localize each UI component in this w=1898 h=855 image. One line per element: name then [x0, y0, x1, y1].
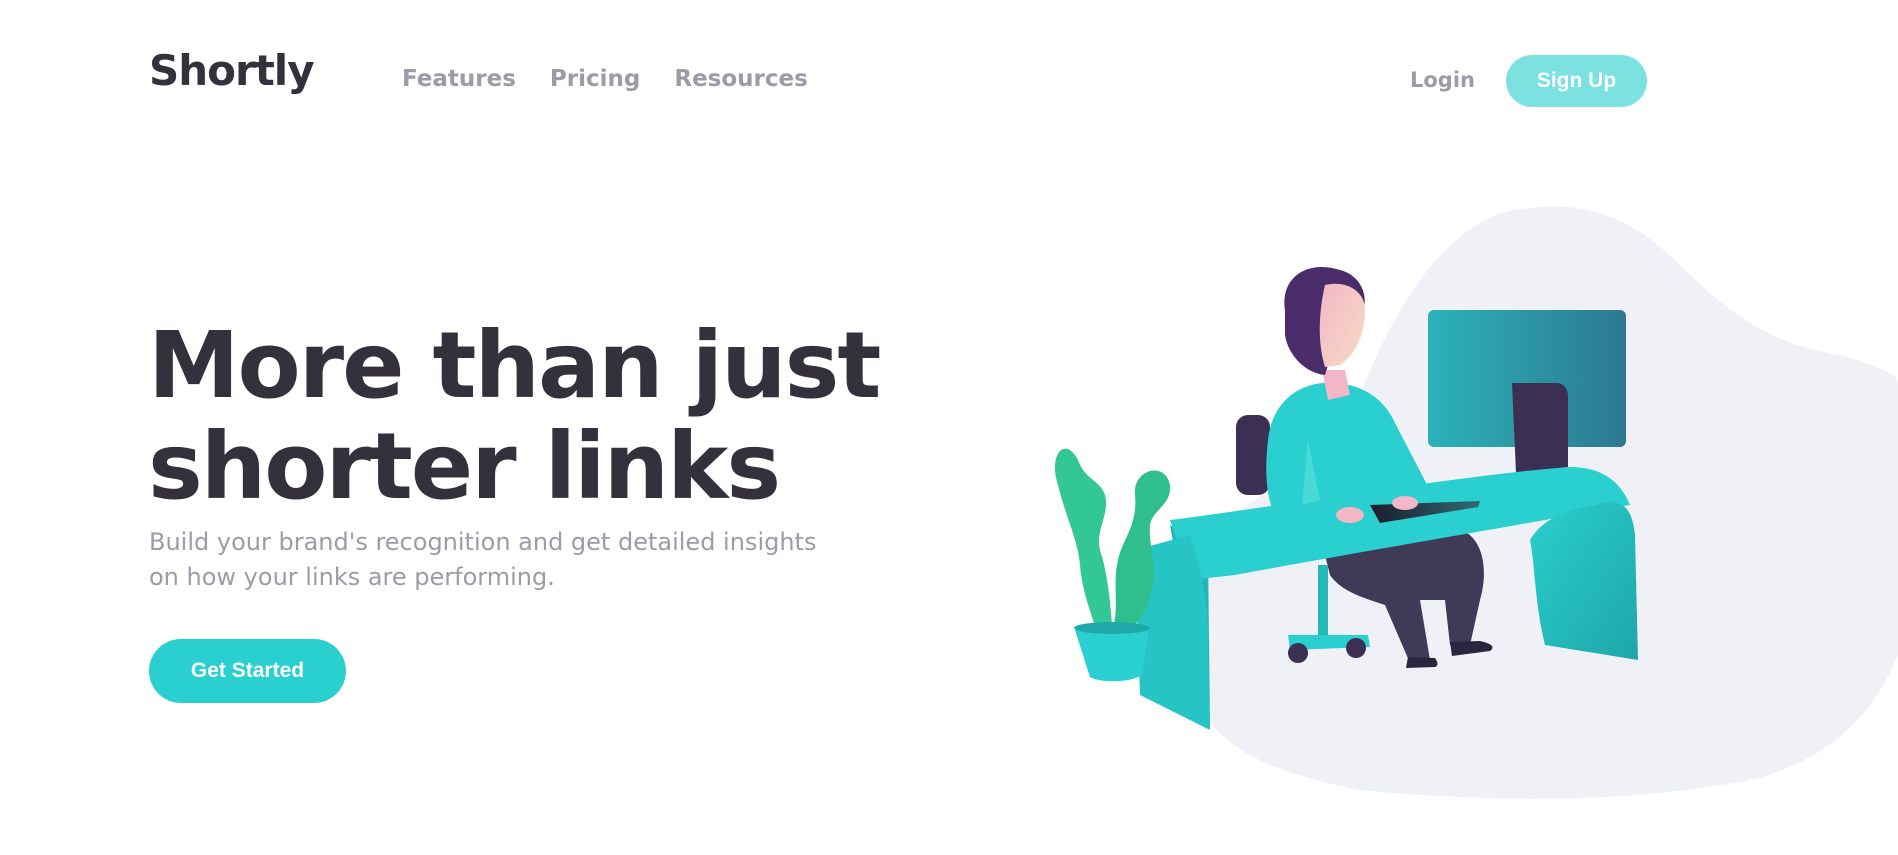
chair-pole	[1318, 565, 1328, 640]
monitor-stand	[1512, 383, 1568, 473]
nav-link-resources[interactable]: Resources	[674, 66, 807, 92]
get-started-button[interactable]: Get Started	[149, 639, 346, 703]
nav-links: Features Pricing Resources	[402, 66, 808, 92]
sign-up-button[interactable]: Sign Up	[1506, 55, 1647, 107]
chair-wheel-left	[1288, 643, 1308, 663]
logo[interactable]: Shortly	[149, 46, 315, 95]
login-link[interactable]: Login	[1410, 68, 1475, 92]
chair-back	[1236, 415, 1270, 495]
hero-headline: More than just shorter links	[148, 312, 881, 520]
hero-subtext: Build your brand's recognition and get d…	[149, 528, 817, 591]
chair-wheel-right	[1346, 638, 1366, 658]
hand-right	[1392, 496, 1418, 510]
shoe-left	[1406, 657, 1438, 668]
nav-link-pricing[interactable]: Pricing	[550, 66, 640, 92]
face	[1319, 283, 1365, 367]
plant-pot-rim	[1074, 622, 1150, 634]
plant-leaf-left	[1054, 448, 1112, 635]
hero-section: More than just shorter links Build your …	[0, 165, 1898, 855]
desk-leg-right	[1530, 502, 1638, 660]
nav-link-features[interactable]: Features	[402, 66, 516, 92]
top-navigation: Shortly Features Pricing Resources Login…	[0, 0, 1898, 165]
working-illustration	[1054, 206, 1898, 799]
hand-left	[1336, 507, 1364, 523]
